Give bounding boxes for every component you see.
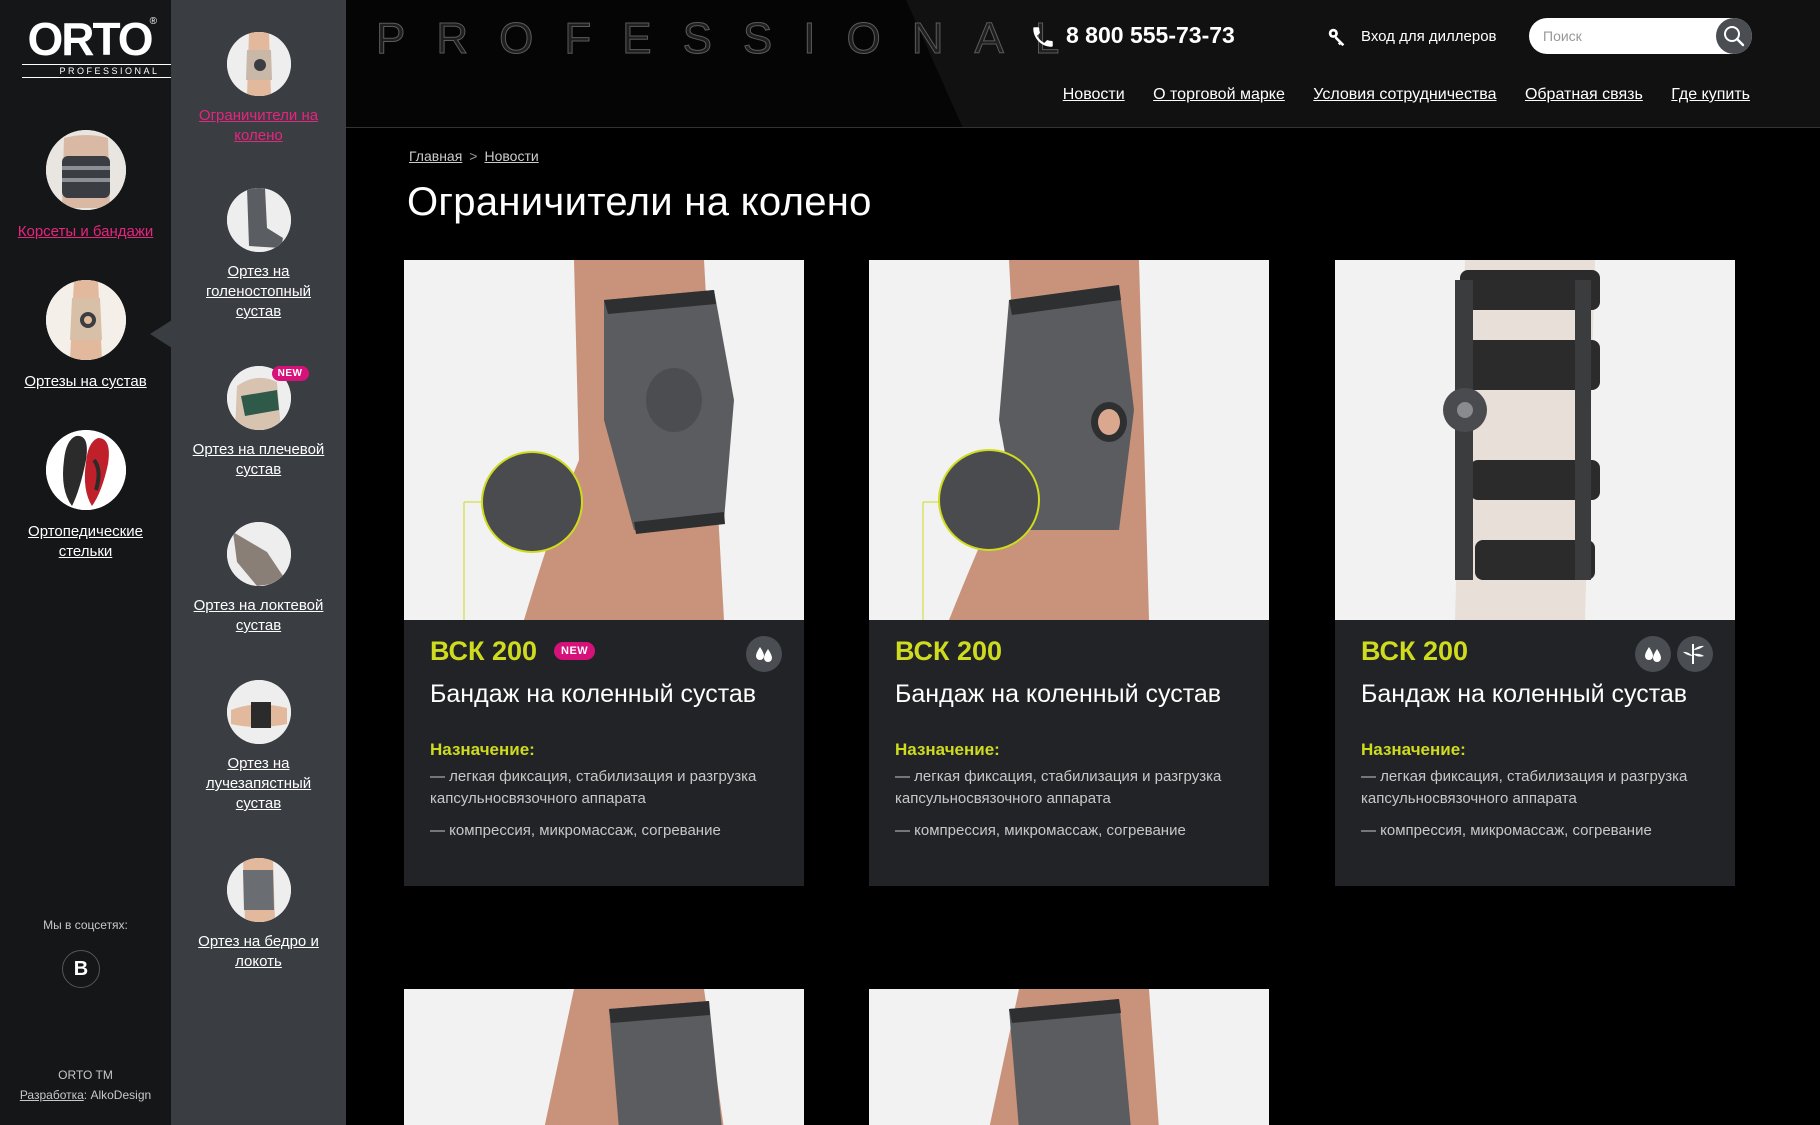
subcategory-elbow-orthosis[interactable]: Ортез на локтевой сустав xyxy=(171,522,346,636)
product-card[interactable] xyxy=(869,989,1269,1125)
property-icons xyxy=(1629,636,1713,672)
vk-social-button[interactable]: В xyxy=(62,950,100,988)
property-icons xyxy=(740,636,782,672)
water-drops-icon xyxy=(746,636,782,672)
product-card[interactable]: ВСК 200 Бандаж на коленный сустав Назнач… xyxy=(1335,260,1735,886)
category-sidebar: ORTO ® PROFESSIONAL Корсеты и бандажи Ор… xyxy=(0,0,197,1125)
developer-link[interactable]: Разработка xyxy=(20,1088,84,1102)
product-code: ВСК 200 xyxy=(430,636,537,666)
subcategory-label: Ортез на голеностопный сустав xyxy=(206,263,311,320)
category-insoles[interactable]: Ортопедические стельки xyxy=(0,430,171,562)
footer-trademark: ORTO TM xyxy=(58,1068,113,1082)
breadcrumb-home[interactable]: Главная xyxy=(409,148,462,164)
product-card[interactable]: ВСК 200 NEW Бандаж на коленный сустав На… xyxy=(404,260,804,886)
subcategory-label: Ограничители на колено xyxy=(198,107,319,144)
subcategory-label: Ортез на лучезапястный сустав xyxy=(205,755,312,812)
key-icon xyxy=(1328,28,1345,47)
search-button[interactable] xyxy=(1716,18,1752,54)
product-name: Бандаж на коленный сустав xyxy=(430,680,757,708)
bamboo-icon xyxy=(1677,636,1713,672)
insoles-thumbnail xyxy=(45,430,126,510)
product-name: Бандаж на коленный сустав xyxy=(895,680,1222,708)
category-joint-orthoses[interactable]: Ортезы на сустав xyxy=(0,280,171,392)
subcategory-thigh-elbow[interactable]: Ортез на бедро и локоть xyxy=(171,858,346,972)
logo-mark: ORTO xyxy=(27,13,153,65)
category-corsets[interactable]: Корсеты и бандажи xyxy=(0,130,171,242)
breadcrumb-current[interactable]: Новости xyxy=(484,148,538,164)
product-image xyxy=(404,260,804,620)
developer-name: : AlkoDesign xyxy=(83,1088,152,1102)
breadcrumb: Главная > Новости xyxy=(409,148,539,164)
product-code: ВСК 200 xyxy=(895,636,1002,666)
brand-wordmark: PROFESSIONAL xyxy=(375,14,1091,64)
product-card[interactable] xyxy=(404,989,804,1125)
orto-logo[interactable]: ORTO ® PROFESSIONAL xyxy=(22,13,197,78)
main-nav: Новости О торговой марке Условия сотрудн… xyxy=(1039,86,1750,104)
subcategory-wrist-orthosis[interactable]: Ортез на лучезапястный сустав xyxy=(171,680,346,814)
search-box xyxy=(1529,18,1752,54)
search-icon xyxy=(1724,26,1745,47)
thigh-elbow-thumbnail xyxy=(226,858,291,922)
nav-news[interactable]: Новости xyxy=(1063,86,1125,103)
dealer-login-link[interactable]: Вход для диллеров xyxy=(1361,28,1497,45)
nav-about-brand[interactable]: О торговой марке xyxy=(1153,86,1285,103)
product-image xyxy=(404,989,804,1125)
purpose-label: Назначение: xyxy=(1361,740,1466,759)
nav-feedback[interactable]: Обратная связь xyxy=(1525,86,1643,103)
category-label: Корсеты и бандажи xyxy=(17,223,154,240)
active-category-pointer xyxy=(150,320,172,348)
new-badge: NEW xyxy=(271,366,309,381)
search-input[interactable] xyxy=(1543,18,1703,54)
wrist-orthosis-thumbnail xyxy=(226,680,291,744)
product-image xyxy=(1335,260,1735,620)
product-code: ВСК 200 xyxy=(1361,636,1468,666)
page-title: Ограничители на колено xyxy=(407,180,872,224)
category-label: Ортезы на сустав xyxy=(24,373,147,390)
phone-number[interactable]: 8 800 555-73-73 xyxy=(1066,22,1235,49)
shoulder-orthosis-thumbnail: NEW xyxy=(226,366,309,430)
subcategory-ankle-orthosis[interactable]: Ортез на голеностопный сустав xyxy=(171,188,346,322)
new-badge: NEW xyxy=(554,642,596,660)
footer-developer: Разработка: AlkoDesign xyxy=(0,1088,171,1102)
subcategory-knee-limiters[interactable]: Ограничители на колено xyxy=(171,32,346,146)
product-card[interactable]: ВСК 200 Бандаж на коленный сустав Назнач… xyxy=(869,260,1269,886)
product-image xyxy=(869,989,1269,1125)
subcategory-label: Ортез на локтевой сустав xyxy=(193,597,324,634)
registered-mark: ® xyxy=(149,16,157,27)
product-name: Бандаж на коленный сустав xyxy=(1361,680,1688,708)
breadcrumb-separator: > xyxy=(469,148,478,164)
elbow-orthosis-thumbnail xyxy=(226,522,291,586)
nav-where-to-buy[interactable]: Где купить xyxy=(1671,86,1750,103)
purpose-line: — легкая фиксация, стабилизация и разгру… xyxy=(430,768,757,807)
subcategory-sidebar: Ограничители на колено Ортез на голеност… xyxy=(171,0,346,1125)
knee-orthosis-thumbnail xyxy=(45,280,126,360)
phone-icon xyxy=(1033,27,1053,47)
subcategory-shoulder-orthosis[interactable]: NEW Ортез на плечевой сустав xyxy=(171,366,346,480)
nav-cooperation[interactable]: Условия сотрудничества xyxy=(1313,86,1496,103)
social-label: Мы в соцсетях: xyxy=(43,918,128,932)
purpose-line: — компрессия, микромассаж, согревание xyxy=(1361,822,1652,839)
purpose-line: — легкая фиксация, стабилизация и разгру… xyxy=(895,768,1222,807)
purpose-line: — легкая фиксация, стабилизация и разгру… xyxy=(1361,768,1688,807)
site-header: PROFESSIONAL 8 800 555-73-73 Вход для ди… xyxy=(346,0,1820,128)
corset-thumbnail xyxy=(45,130,126,210)
category-label: Ортопедические стельки xyxy=(28,523,143,560)
ankle-orthosis-thumbnail xyxy=(226,188,291,252)
purpose-label: Назначение: xyxy=(430,740,535,759)
subcategory-label: Ортез на бедро и локоть xyxy=(198,933,319,970)
purpose-line: — компрессия, микромассаж, согревание xyxy=(895,822,1186,839)
knee-limiter-thumbnail xyxy=(226,32,291,96)
purpose-line: — компрессия, микромассаж, согревание xyxy=(430,822,721,839)
purpose-label: Назначение: xyxy=(895,740,1000,759)
water-drops-icon xyxy=(1635,636,1671,672)
product-image xyxy=(869,260,1269,620)
subcategory-label: Ортез на плечевой сустав xyxy=(192,441,325,478)
